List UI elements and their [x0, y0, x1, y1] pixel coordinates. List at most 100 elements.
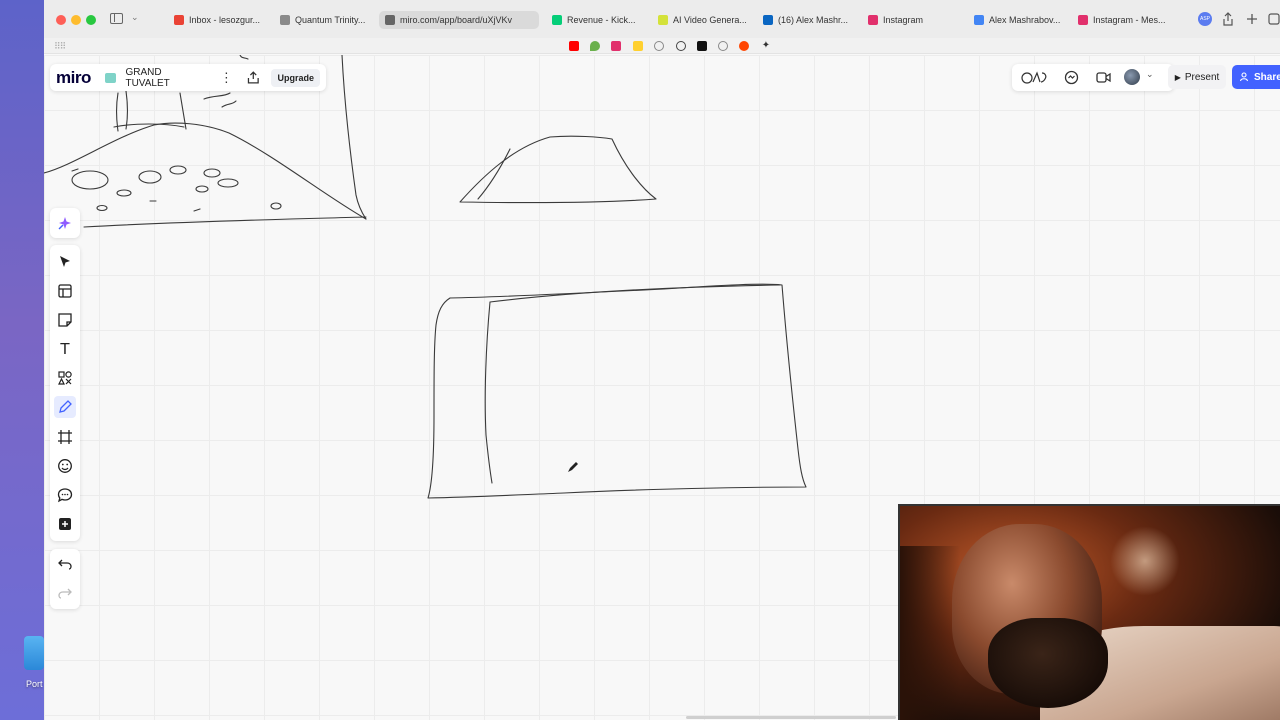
tab-title: Inbox - lesozgur...: [189, 15, 261, 25]
tab-google[interactable]: Alex Mashrabov...: [974, 11, 1062, 29]
drawing-stroke-box-inner: [484, 301, 493, 484]
tab-title: Alex Mashrabov...: [989, 15, 1061, 25]
present-button[interactable]: ▶ Present: [1168, 65, 1226, 89]
google-icon: [974, 15, 984, 25]
drawing-stroke-tower-left: [115, 92, 119, 132]
chevron-down-icon[interactable]: ⌄: [1146, 69, 1154, 80]
kickstarter-icon: [552, 15, 562, 25]
miro-logo[interactable]: miro: [56, 68, 91, 88]
tab-kickstarter[interactable]: Revenue - Kick...: [552, 11, 640, 29]
reactions-icon[interactable]: [1021, 70, 1049, 84]
text-icon[interactable]: T: [57, 341, 73, 357]
export-icon[interactable]: [247, 71, 260, 84]
tab-title: miro.com/app/board/uXjVKv: [400, 15, 513, 25]
board-name[interactable]: GRAND TUVALET: [125, 67, 205, 89]
drawing-stroke-detail-2: [221, 100, 237, 108]
instagram-icon: [868, 15, 878, 25]
apps-grid-icon[interactable]: ⠿⠿: [54, 41, 66, 52]
upgrade-button[interactable]: Upgrade: [271, 68, 320, 87]
chevron-down-icon[interactable]: ⌄: [131, 12, 139, 23]
plus-icon[interactable]: [57, 516, 73, 532]
user-avatar[interactable]: [1124, 69, 1140, 85]
globe-icon[interactable]: [718, 41, 728, 51]
share-label: Share: [1254, 71, 1280, 83]
browser-window: ⌄ Inbox - lesozgur... Quantum Trinity...…: [44, 0, 1280, 720]
sticky-note-icon[interactable]: [57, 312, 73, 328]
board-menu-icon[interactable]: ⋮: [220, 70, 233, 86]
undo-icon[interactable]: [58, 558, 72, 570]
share-button[interactable]: Share: [1232, 65, 1280, 89]
tab-overview-icon[interactable]: [1268, 13, 1280, 25]
tab-title: Instagram - Mes...: [1093, 15, 1166, 25]
comment-icon[interactable]: [57, 487, 73, 503]
drawing-stroke-rock: [270, 202, 282, 210]
shapes-icon[interactable]: [57, 370, 73, 386]
collaboration-panel: ⌄: [1012, 64, 1174, 91]
youtube-icon[interactable]: [569, 41, 579, 51]
close-window-button[interactable]: [56, 15, 66, 25]
tab-bar: ⌄ Inbox - lesozgur... Quantum Trinity...…: [44, 0, 1280, 38]
tab-title: Revenue - Kick...: [567, 15, 636, 25]
webcam-light: [1110, 526, 1180, 596]
stickers-icon[interactable]: [57, 458, 73, 474]
templates-icon[interactable]: [57, 283, 73, 299]
drawing-stroke-trapezoid-inner: [477, 148, 511, 200]
pen-cursor: [568, 462, 578, 472]
maximize-window-button[interactable]: [86, 15, 96, 25]
tab-linkedin[interactable]: (16) Alex Mashr...: [763, 11, 851, 29]
webcam-person-beard: [988, 618, 1108, 708]
chat-icon[interactable]: [1064, 70, 1079, 85]
redo-icon[interactable]: [58, 587, 72, 599]
globe-icon[interactable]: [654, 41, 664, 51]
drawing-stroke-mountain-right: [341, 55, 367, 220]
drawing-stroke-box-top: [489, 284, 781, 303]
reddit-icon[interactable]: [739, 41, 749, 51]
creation-toolbar: T: [50, 245, 80, 541]
tab-gmail[interactable]: Inbox - lesozgur...: [174, 11, 266, 29]
tab-title: AI Video Genera...: [673, 15, 746, 25]
miro-icon[interactable]: [633, 41, 643, 51]
site-icon: [280, 15, 290, 25]
drawing-stroke-rock: [169, 165, 187, 175]
minimize-window-button[interactable]: [71, 15, 81, 25]
sidebar-toggle-icon[interactable]: [110, 13, 123, 24]
frame-icon[interactable]: [57, 429, 73, 445]
drawing-stroke-rock: [203, 168, 221, 178]
ai-toolbar: [50, 208, 80, 238]
folder-icon[interactable]: [24, 636, 44, 670]
tab-instagram[interactable]: Instagram: [868, 11, 956, 29]
webcam-shadow: [900, 546, 960, 720]
instagram-icon[interactable]: [611, 41, 621, 51]
miro-site-icon: [385, 15, 395, 25]
tab-miro-active[interactable]: miro.com/app/board/uXjVKv: [379, 11, 539, 29]
gmail-icon: [174, 15, 184, 25]
drawing-stroke-trapezoid: [459, 135, 657, 204]
video-call-icon[interactable]: [1096, 70, 1111, 85]
profile-avatar[interactable]: ASP: [1198, 12, 1212, 26]
bookmarks-bar: ⠿⠿ ✦: [44, 38, 1280, 54]
drawing-stroke-tower-mid: [125, 90, 129, 130]
new-tab-icon[interactable]: [1246, 13, 1258, 25]
ai-sparkle-icon[interactable]: [58, 216, 72, 230]
tab-instagram-messages[interactable]: Instagram - Mes...: [1078, 11, 1170, 29]
drop-icon[interactable]: [590, 41, 600, 51]
openai-icon[interactable]: [676, 41, 686, 51]
select-arrow-icon[interactable]: [57, 254, 73, 270]
pen-icon: [59, 400, 72, 413]
notion-icon[interactable]: [697, 41, 707, 51]
drawing-stroke-ground: [83, 216, 367, 228]
horizontal-scrollbar[interactable]: [686, 716, 896, 719]
tab-ai-video[interactable]: AI Video Genera...: [658, 11, 746, 29]
tab-quantum-trinity[interactable]: Quantum Trinity...: [280, 11, 368, 29]
drawing-stroke-rock: [138, 170, 162, 184]
pen-tool-button[interactable]: [54, 396, 76, 418]
drawing-stroke-rock: [71, 170, 109, 190]
tab-title: Instagram: [883, 15, 924, 25]
profile-badge: ASP: [1199, 16, 1210, 22]
instagram-icon: [1078, 15, 1088, 25]
drawing-stroke-rock: [217, 178, 239, 188]
tab-title: (16) Alex Mashr...: [778, 15, 849, 25]
share-page-icon[interactable]: [1222, 12, 1234, 26]
sparkle-icon[interactable]: ✦: [761, 41, 771, 51]
ai-video-icon: [658, 15, 668, 25]
